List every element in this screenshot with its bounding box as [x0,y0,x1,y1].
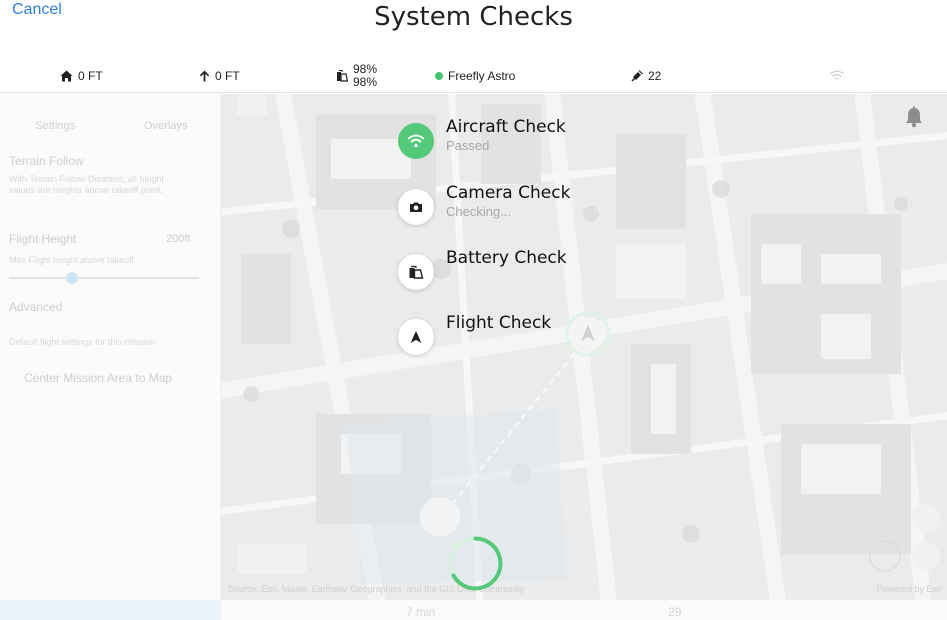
page-title: System Checks [374,2,573,32]
aircraft-check-item: Aircraft Check Passed [398,117,778,173]
center-mission-button[interactable]: Center Mission Area to Map [24,371,172,385]
satellite-count-value: 22 [648,68,662,83]
flight-height-value: 200ft [166,233,191,245]
satellite-count-readout: 22 [631,58,661,93]
home-icon [60,70,73,81]
battery-check-status-icon [398,254,434,290]
aircraft-check-title: Aircraft Check [446,117,566,137]
mission-duration: 7 min [406,605,436,619]
aircraft-connection: Freefly Astro [435,58,515,93]
battery-icon [337,69,348,82]
flight-height-label: Flight Height [9,232,77,246]
camera-check-title: Camera Check [446,183,571,203]
terrain-follow-heading: Terrain Follow [9,154,84,168]
flight-height-slider-knob[interactable] [66,272,78,284]
connection-status-dot [435,71,443,80]
flight-check-status-icon [398,319,434,355]
advanced-heading: Advanced [9,300,63,314]
wifi-icon [407,134,425,148]
flight-check-title: Flight Check [446,313,552,333]
home-altitude-readout: 0 FT [60,58,103,93]
telemetry-status-bar: 0 FT 0 FT 98% 98% Freefly Astro 22 [0,58,947,93]
altitude-value: 0 FT [215,68,240,83]
mission-settings-panel: Settings Overlays Terrain Follow With Te… [0,94,221,620]
flight-check-item: Flight Check [398,313,778,369]
map-powered-by: Powered by Esri [876,584,942,594]
satellite-icon [631,69,643,81]
altitude-readout: 0 FT [199,58,240,93]
battery-check-title: Battery Check [446,248,567,268]
flight-height-slider-track[interactable] [9,277,199,279]
arrow-up-icon [199,70,210,81]
loading-spinner [448,536,503,591]
navigation-arrow-icon [410,331,422,343]
battery-readout: 98% 98% [336,58,377,93]
battery-check-item: Battery Check [398,248,778,304]
aircraft-check-status-icon [398,123,434,159]
tab-overlays[interactable]: Overlays [111,120,222,132]
signal-strength [829,58,845,93]
panel-footer-button[interactable] [0,600,220,620]
panel-tabs: Settings Overlays [0,120,221,132]
terrain-follow-description: With Terrain Follow Disabled, all height… [9,174,164,195]
tab-settings[interactable]: Settings [0,120,111,132]
wifi-icon [829,70,845,80]
mission-summary-bar: 7 min 29 [221,600,947,620]
home-altitude-value: 0 FT [78,68,103,83]
battery-2-value: 98% [353,74,378,89]
camera-check-status-icon [398,189,434,225]
battery-icon [409,265,424,279]
flight-height-description: Max Flight height above takeoff [9,255,134,265]
camera-icon [410,202,422,212]
camera-check-status: Checking... [446,204,512,219]
aircraft-check-status: Passed [446,138,490,153]
battery-1-value: 98% [353,61,378,76]
advanced-description: Default flight settings for this mission [9,337,156,347]
aircraft-name: Freefly Astro [448,68,516,83]
photo-count: 29 [668,605,682,619]
header-bar: Cancel System Checks [0,0,947,58]
notification-bell-icon[interactable] [904,106,924,128]
camera-check-item: Camera Check Checking... [398,183,778,239]
